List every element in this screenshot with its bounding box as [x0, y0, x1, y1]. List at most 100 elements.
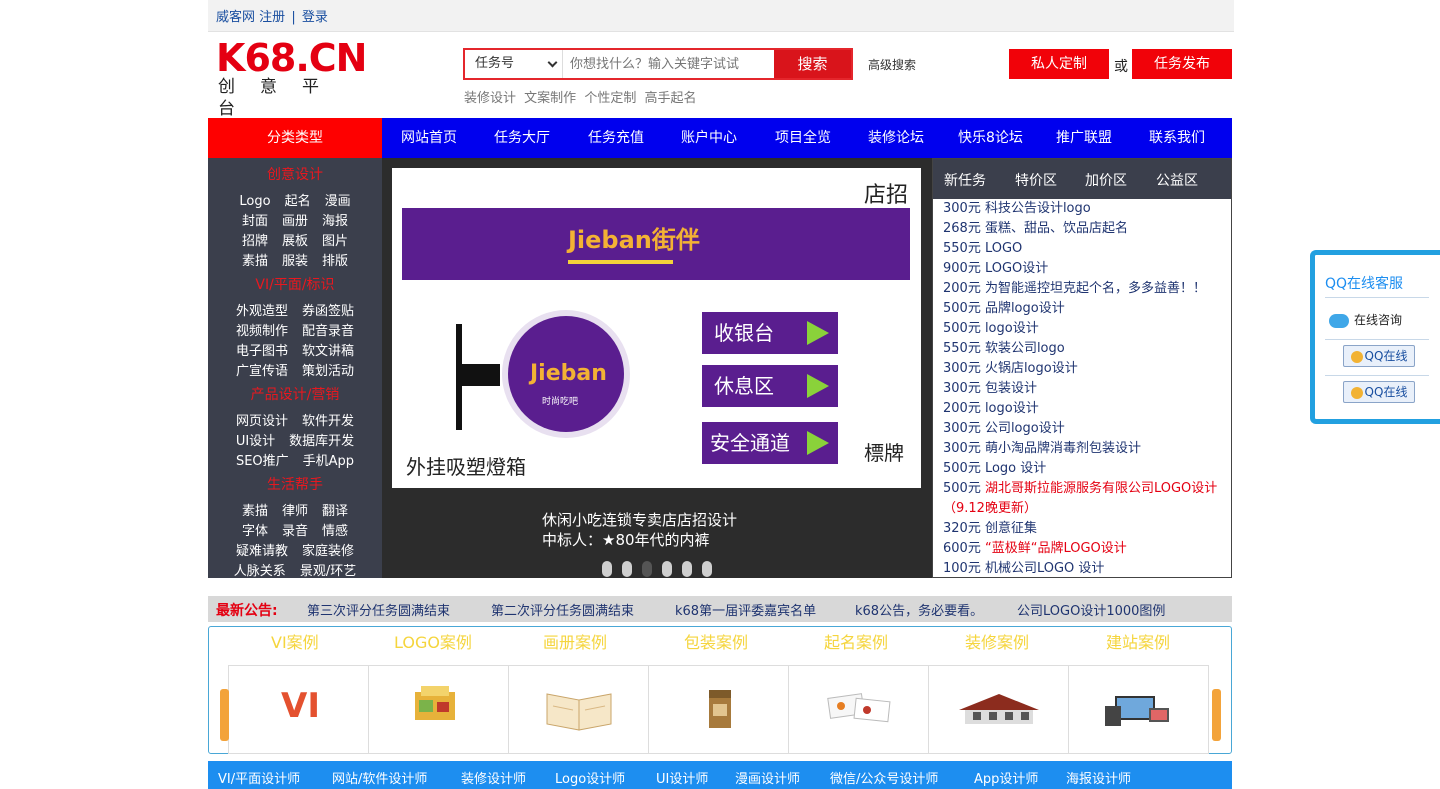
announcement-item[interactable]: k68第一届评委嘉宾名单 [675, 600, 816, 619]
task-item[interactable]: 550元 LOGO [943, 239, 1233, 259]
case-thumb-decoration[interactable] [928, 665, 1069, 754]
sidebar-link[interactable]: 策划活动 [302, 360, 354, 379]
sidebar-link[interactable]: UI设计 [236, 430, 275, 449]
designer-link[interactable]: 微信/公众号设计师 [830, 768, 938, 787]
hot-keyword[interactable]: 装修设计 [464, 91, 516, 106]
task-item[interactable]: 300元 公司logo设计 [943, 419, 1233, 439]
designer-link[interactable]: Logo设计师 [555, 768, 625, 787]
carousel-dot-active[interactable] [642, 561, 652, 577]
sidebar-link[interactable]: 景观/环艺 [300, 560, 356, 579]
tab-special-price[interactable]: 特价区 [1015, 170, 1057, 190]
announcement-item[interactable]: 第二次评分任务圆满结束 [491, 600, 634, 619]
task-item[interactable]: 550元 软装公司logo [943, 339, 1233, 359]
online-consult-link[interactable]: 在线咨询 [1329, 311, 1402, 328]
case-tab-naming[interactable]: 起名案例 [824, 629, 888, 653]
carousel-dot[interactable] [682, 561, 692, 577]
sidebar-link[interactable]: 配音录音 [302, 320, 354, 339]
sidebar-link[interactable]: 律师 [282, 500, 308, 519]
sidebar-link[interactable]: 图片 [322, 230, 348, 249]
carousel-dot[interactable] [602, 561, 612, 577]
sidebar-link[interactable]: 翻译 [322, 500, 348, 519]
sidebar-group-title[interactable]: 创意设计 [208, 164, 382, 184]
task-item[interactable]: 320元 创意征集 [943, 519, 1233, 539]
banner-image[interactable]: 店招 Jieban街伴 Jieban 时尚吃吧 收银台 休息区 安全通道 外挂吸… [392, 168, 921, 488]
sidebar-link[interactable]: 软文讲稿 [302, 340, 354, 359]
case-scroll-right-button[interactable] [1212, 689, 1221, 741]
task-item[interactable]: 300元 科技公告设计logo [943, 199, 1233, 219]
site-link[interactable]: 威客网 [216, 10, 255, 25]
search-button[interactable]: 搜索 [774, 50, 851, 78]
case-thumb-logo[interactable] [368, 665, 509, 754]
nav-item-account[interactable]: 账户中心 [681, 118, 737, 158]
case-thumb-naming[interactable] [788, 665, 929, 754]
qq-online-button[interactable]: QQ在线 [1343, 381, 1415, 403]
sidebar-link[interactable]: 漫画 [325, 190, 351, 209]
designer-link[interactable]: 网站/软件设计师 [332, 768, 427, 787]
custom-order-button[interactable]: 私人定制 [1009, 49, 1109, 79]
sidebar-group-title[interactable]: VI/平面/标识 [208, 274, 382, 294]
sidebar-link[interactable]: 网页设计 [236, 410, 288, 429]
task-item-highlight[interactable]: 500元 湖北哥斯拉能源服务有限公司LOGO设计（9.12晚更新） [933, 479, 1233, 519]
task-item[interactable]: 500元 Logo 设计 [943, 459, 1233, 479]
sidebar-link[interactable]: 疑难请教 [236, 540, 288, 559]
task-item[interactable]: 300元 包装设计 [943, 379, 1233, 399]
carousel-dot[interactable] [622, 561, 632, 577]
sidebar-link[interactable]: 家庭装修 [302, 540, 354, 559]
sidebar-link[interactable]: 券函签贴 [302, 300, 354, 319]
sidebar-link[interactable]: 展板 [282, 230, 308, 249]
sidebar-link[interactable]: 服装 [282, 250, 308, 269]
case-tab-brochure[interactable]: 画册案例 [543, 629, 607, 653]
sidebar-link[interactable]: 字体 [242, 520, 268, 539]
sidebar-link[interactable]: Logo [239, 194, 270, 209]
sidebar-link[interactable]: 画册 [282, 210, 308, 229]
nav-item-affiliate[interactable]: 推广联盟 [1056, 118, 1112, 158]
sidebar-link[interactable]: 广宣传语 [236, 360, 288, 379]
sidebar-link[interactable]: 视频制作 [236, 320, 288, 339]
banner-caption[interactable]: 休闲小吃连锁专卖店店招设计 中标人：★80年代的内裤 [542, 510, 737, 550]
qq-online-button[interactable]: QQ在线 [1343, 345, 1415, 367]
task-item[interactable]: 268元 蛋糕、甜品、饮品店起名 [943, 219, 1233, 239]
sidebar-link[interactable]: 外观造型 [236, 300, 288, 319]
case-tab-website[interactable]: 建站案例 [1106, 629, 1170, 653]
nav-item-recharge[interactable]: 任务充值 [588, 118, 644, 158]
advanced-search-link[interactable]: 高级搜索 [868, 56, 916, 73]
case-tab-vi[interactable]: VI案例 [271, 629, 319, 653]
task-item[interactable]: 500元 logo设计 [943, 319, 1233, 339]
case-tab-packaging[interactable]: 包装案例 [684, 629, 748, 653]
sidebar-link[interactable]: 海报 [322, 210, 348, 229]
sidebar-link[interactable]: 封面 [242, 210, 268, 229]
task-item[interactable]: 200元 logo设计 [943, 399, 1233, 419]
sidebar-link[interactable]: 素描 [242, 250, 268, 269]
sidebar-link[interactable]: 起名 [285, 190, 311, 209]
sidebar-link[interactable]: 软件开发 [302, 410, 354, 429]
tab-charity[interactable]: 公益区 [1156, 170, 1198, 190]
task-item-highlight[interactable]: 600元 “蓝极鲜“品牌LOGO设计 [943, 539, 1233, 559]
designer-link[interactable]: VI/平面设计师 [218, 768, 300, 787]
sidebar-link[interactable]: 招牌 [242, 230, 268, 249]
task-item[interactable]: 100元 机械公司LOGO 设计 [943, 559, 1233, 579]
nav-item-decor-forum[interactable]: 装修论坛 [868, 118, 924, 158]
site-logo[interactable]: K68.CN 创意平台 [216, 39, 376, 119]
sidebar-link[interactable]: 录音 [282, 520, 308, 539]
hot-keyword[interactable]: 文案制作 [524, 91, 576, 106]
hot-keyword[interactable]: 个性定制 [584, 91, 636, 106]
designer-link[interactable]: 漫画设计师 [735, 768, 800, 787]
search-input[interactable] [565, 50, 775, 78]
task-item[interactable]: 200元 为智能遥控坦克起个名，多多益善！！ [943, 279, 1233, 299]
hot-keyword[interactable]: 高手起名 [644, 91, 696, 106]
nav-item-task-hall[interactable]: 任务大厅 [494, 118, 550, 158]
task-item[interactable]: 300元 萌小淘品牌消毒剂包装设计 [943, 439, 1233, 459]
sidebar-link[interactable]: 排版 [322, 250, 348, 269]
sidebar-link[interactable]: 素描 [242, 500, 268, 519]
designer-link[interactable]: 装修设计师 [461, 768, 526, 787]
sidebar-group-title[interactable]: 产品设计/营销 [208, 384, 382, 404]
task-item[interactable]: 900元 LOGO设计 [943, 259, 1233, 279]
case-thumb-website[interactable] [1068, 665, 1209, 754]
nav-item-projects[interactable]: 项目全览 [775, 118, 831, 158]
case-thumb-brochure[interactable] [508, 665, 649, 754]
case-scroll-left-button[interactable] [220, 689, 229, 741]
announcement-item[interactable]: 公司LOGO设计1000图例 [1017, 600, 1165, 619]
designer-link[interactable]: 海报设计师 [1066, 768, 1131, 787]
search-type-select[interactable]: 任务号 [465, 50, 563, 78]
announcement-item[interactable]: 第三次评分任务圆满结束 [307, 600, 450, 619]
